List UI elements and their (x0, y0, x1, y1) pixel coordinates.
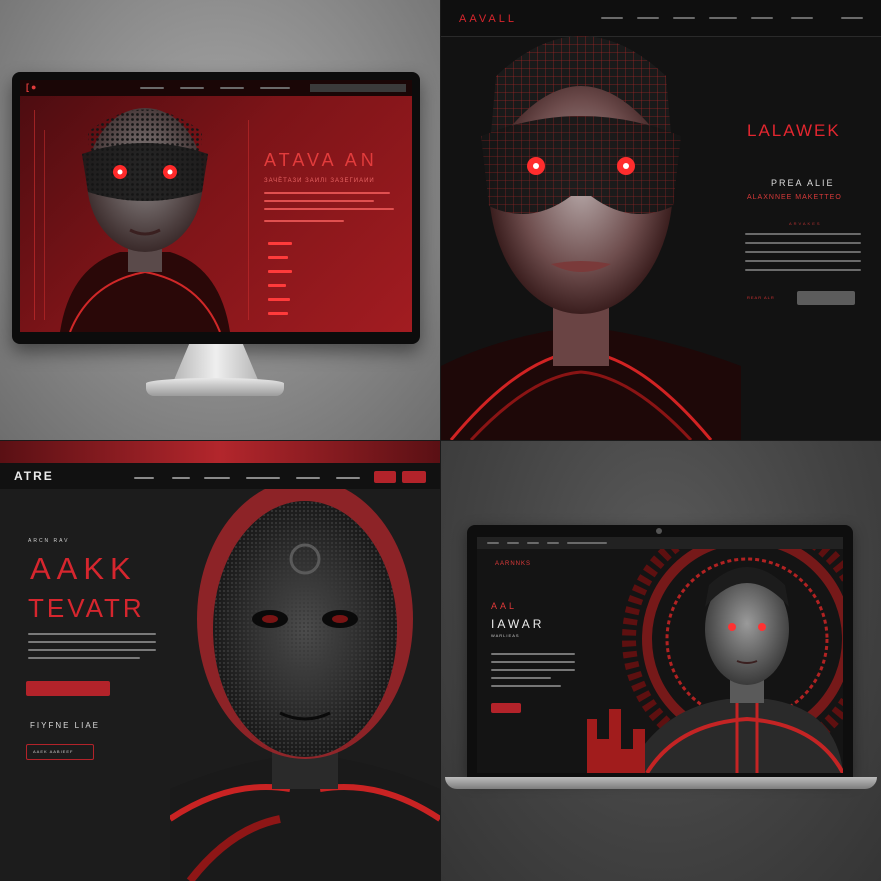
hero-portrait (441, 36, 741, 440)
hero-portrait (170, 489, 440, 881)
hero-headline-line1: AAKK (30, 551, 137, 586)
monitor-portrait (60, 108, 230, 332)
hero-tagline: ALAXNNEE MAKETTEO (747, 194, 842, 201)
hero-kicker: ARCN RAV (28, 538, 70, 544)
body-text-line (491, 685, 561, 687)
body-text-line (491, 677, 551, 679)
panel-landing-page-bold: ATRE ARCN RAV AAKK TEVATR FIYFNE LIAE AA… (0, 441, 440, 881)
laptop-small-title: AAL (491, 601, 518, 611)
monitor-menu-item[interactable] (268, 242, 292, 245)
laptop-brand[interactable]: AARNNKS (495, 561, 531, 567)
hero-subhead: PREA ALIE (771, 178, 835, 188)
laptop-nav-link[interactable] (507, 542, 519, 544)
laptop-nav-link[interactable] (527, 542, 539, 544)
monitor-text-line (264, 192, 390, 194)
monitor-menu-item[interactable] (268, 284, 286, 287)
body-text-line (491, 669, 575, 671)
body-text-line (745, 260, 861, 262)
monitor-nav-link[interactable] (180, 87, 204, 89)
read-more-link[interactable]: REAR ALR (747, 295, 775, 300)
panel-laptop-mockup: AARNNKS AAL IAWAR WARLIEAS (441, 441, 881, 881)
monitor-search-box[interactable] (310, 84, 406, 92)
top-accent-bar (0, 441, 440, 463)
nav-link[interactable] (134, 477, 154, 479)
body-text-line (28, 641, 156, 643)
laptop-nav-link[interactable] (487, 542, 499, 544)
section-title: FIYFNE LIAE (30, 721, 101, 730)
primary-button[interactable] (26, 681, 110, 696)
monitor-stand-neck (174, 344, 258, 380)
site-logo[interactable]: ATRE (14, 469, 54, 483)
monitor-nav-link[interactable] (220, 87, 244, 89)
laptop-tagline: WARLIEAS (491, 633, 520, 638)
nav-link[interactable] (637, 17, 659, 19)
monitor-subline: ЗАЧЁТАЗИ ЗАИЛІ ЗАЗЕГИАИИ (264, 178, 375, 184)
primary-button[interactable] (797, 291, 855, 305)
laptop-headline: IAWAR (491, 617, 545, 631)
laptop-portrait (587, 549, 843, 773)
monitor-screen: [● ATAVA AN ЗАЧЁТАЗИ ЗАИЛІ ЗАЗЕГИАИИ (20, 80, 412, 332)
nav-button[interactable] (374, 471, 396, 483)
laptop-base (445, 777, 877, 789)
laptop-nav-link[interactable] (547, 542, 559, 544)
body-text-line (745, 233, 861, 235)
monitor-text-line (264, 220, 344, 222)
panel-monitor-mockup: [● ATAVA AN ЗАЧЁТАЗИ ЗАИЛІ ЗАЗЕГИАИИ (0, 0, 440, 440)
monitor-nav-link[interactable] (140, 87, 164, 89)
monitor-menu-item[interactable] (268, 256, 288, 259)
circuit-line (248, 120, 249, 320)
monitor-frame: [● ATAVA AN ЗАЧЁТАЗИ ЗАИЛІ ЗАЗЕГИАИИ (12, 72, 420, 344)
nav-link[interactable] (751, 17, 773, 19)
outline-button-label: AAEK AABIEEF (33, 749, 74, 754)
laptop-frame: AARNNKS AAL IAWAR WARLIEAS (467, 525, 853, 779)
hero-headline: LALAWEK (747, 121, 841, 140)
monitor-logo[interactable]: [● (26, 82, 38, 92)
monitor-menu-item[interactable] (268, 270, 292, 273)
body-text-line (745, 251, 861, 253)
monitor-nav-link[interactable] (260, 87, 290, 89)
monitor-menu-item[interactable] (268, 298, 290, 301)
nav-link[interactable] (841, 17, 863, 19)
monitor-menu-item[interactable] (268, 312, 288, 315)
body-text-line (491, 661, 575, 663)
body-text-line (28, 633, 156, 635)
monitor-text-line (264, 200, 374, 202)
laptop-screen: AARNNKS AAL IAWAR WARLIEAS (477, 537, 843, 773)
primary-button[interactable] (491, 703, 521, 713)
site-logo[interactable]: AAVALL (459, 13, 517, 25)
body-text-line (491, 653, 575, 655)
nav-link[interactable] (296, 477, 320, 479)
webcam-icon (656, 528, 662, 534)
body-text-line (745, 269, 861, 271)
circuit-line (44, 130, 45, 320)
circuit-line (34, 110, 35, 320)
nav-link[interactable] (246, 477, 280, 479)
nav-link[interactable] (601, 17, 623, 19)
laptop-nav-link[interactable] (567, 542, 607, 544)
nav-link[interactable] (204, 477, 230, 479)
monitor-headline: ATAVA AN (264, 150, 378, 170)
nav-link[interactable] (336, 477, 360, 479)
nav-link[interactable] (172, 477, 190, 479)
nav-button[interactable] (402, 471, 426, 483)
body-text-line (745, 242, 861, 244)
hero-small-tag: ARVAKES (789, 221, 822, 226)
outline-button[interactable]: AAEK AABIEEF (26, 744, 94, 760)
nav-link[interactable] (673, 17, 695, 19)
monitor-stand-base (146, 378, 284, 396)
panel-landing-page-dark: AAVALL LALAWEK PREA ALIE ALAXNNEE MAKETT… (441, 0, 881, 440)
body-text-line (28, 657, 140, 659)
nav-link[interactable] (709, 17, 737, 19)
body-text-line (28, 649, 156, 651)
hero-headline-line2: TEVATR (28, 593, 145, 623)
nav-link[interactable] (791, 17, 813, 19)
monitor-text-line (264, 208, 394, 210)
